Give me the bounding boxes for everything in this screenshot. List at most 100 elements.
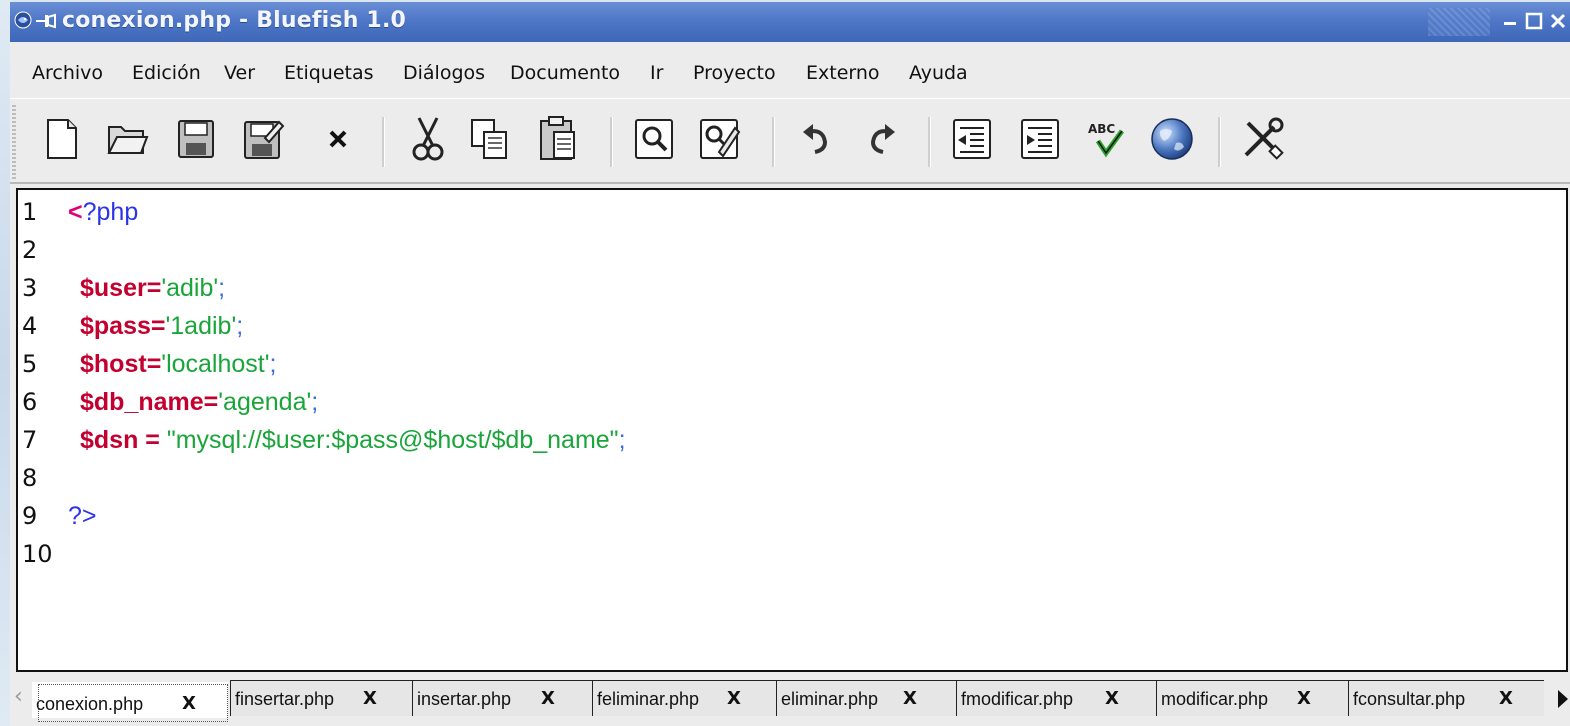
- tab-close-icon[interactable]: X: [727, 688, 741, 709]
- line-number: 3: [22, 274, 38, 302]
- svg-text:ABC: ABC: [1088, 122, 1115, 136]
- toolbar-separator: [928, 117, 931, 167]
- operator: =: [138, 426, 167, 454]
- close-icon: [329, 130, 347, 148]
- operator: =: [146, 274, 162, 302]
- cut-button[interactable]: [406, 109, 450, 169]
- tab-label: insertar.php: [417, 689, 512, 709]
- menu-dialogos[interactable]: Diálogos: [403, 62, 485, 84]
- line-number: 7: [22, 426, 38, 454]
- toolbar-handle[interactable]: [12, 105, 16, 179]
- code-line-1: <?php: [68, 198, 138, 227]
- paste-button[interactable]: [536, 109, 580, 169]
- code-line-5: $host='localhost';: [80, 350, 276, 379]
- undo-button[interactable]: [794, 109, 838, 169]
- tab-modificar[interactable]: modificar.php X: [1156, 680, 1348, 716]
- redo-icon: [870, 124, 895, 154]
- menu-bar: Archivo Edición Ver Etiquetas Diálogos D…: [10, 42, 1570, 98]
- tab-close-icon[interactable]: X: [1499, 688, 1513, 709]
- new-file-icon: [47, 119, 77, 159]
- minimize-icon[interactable]: [1500, 11, 1520, 31]
- menu-ir[interactable]: Ir: [650, 62, 663, 84]
- title-bar[interactable]: conexion.php - Bluefish 1.0: [10, 2, 1570, 42]
- unindent-button[interactable]: [950, 109, 994, 169]
- tab-label: fmodificar.php: [961, 689, 1074, 709]
- tab-close-icon[interactable]: X: [1105, 688, 1119, 709]
- code-line-9: ?>: [68, 502, 97, 531]
- string-literal: 'agenda': [218, 388, 312, 416]
- line-number: 4: [22, 312, 38, 340]
- close-file-button[interactable]: [316, 109, 360, 169]
- save-button[interactable]: [174, 109, 218, 169]
- menu-ver[interactable]: Ver: [224, 62, 255, 84]
- code-line-3: $user='adib';: [80, 274, 225, 303]
- preferences-button[interactable]: [1240, 109, 1284, 169]
- tab-label: feliminar.php: [597, 689, 700, 709]
- line-number: 6: [22, 388, 38, 416]
- paste-icon: [540, 116, 575, 160]
- preview-browser-button[interactable]: [1150, 109, 1194, 169]
- window-title: conexion.php - Bluefish 1.0: [62, 8, 407, 33]
- find-button[interactable]: [632, 109, 676, 169]
- tab-scroll-right-icon[interactable]: [1558, 690, 1568, 708]
- globe-icon: [1151, 118, 1193, 160]
- open-folder-icon: [107, 126, 149, 154]
- cut-icon: [412, 117, 444, 161]
- pin-icon[interactable]: [35, 12, 57, 30]
- toolbar: ABC: [10, 98, 1570, 185]
- semicolon: ;: [618, 426, 626, 454]
- new-file-button[interactable]: [40, 109, 84, 169]
- tools-icon: [1244, 117, 1284, 160]
- undo-icon: [803, 124, 828, 154]
- indent-button[interactable]: [1018, 109, 1062, 169]
- tab-fmodificar[interactable]: fmodificar.php X: [956, 680, 1156, 716]
- tab-scroll-left-icon[interactable]: ‹: [14, 684, 24, 716]
- tab-label: fconsultar.php: [1353, 689, 1466, 709]
- menu-archivo[interactable]: Archivo: [32, 62, 103, 84]
- line-number: 1: [22, 198, 38, 226]
- operator: =: [150, 312, 166, 340]
- maximize-icon[interactable]: [1524, 11, 1544, 31]
- tab-close-icon[interactable]: X: [1297, 688, 1311, 709]
- tab-insertar[interactable]: insertar.php X: [412, 680, 592, 716]
- semicolon: ;: [311, 388, 319, 416]
- replace-icon: [700, 119, 741, 159]
- tab-fconsultar[interactable]: fconsultar.php X: [1348, 680, 1544, 716]
- tab-label: modificar.php: [1161, 689, 1269, 709]
- toolbar-separator: [1218, 117, 1221, 167]
- semicolon: ;: [218, 274, 226, 302]
- menu-documento[interactable]: Documento: [510, 62, 620, 84]
- operator: =: [146, 350, 162, 378]
- replace-button[interactable]: [698, 109, 742, 169]
- php-close-tag: ?>: [68, 502, 97, 530]
- menu-ayuda[interactable]: Ayuda: [909, 62, 968, 84]
- variable: $pass: [80, 312, 151, 340]
- spellcheck-button[interactable]: ABC: [1084, 109, 1128, 169]
- editor-window: conexion.php - Bluefish 1.0 Archivo Edic…: [10, 2, 1570, 726]
- variable: $db_name: [80, 388, 204, 416]
- tab-feliminar[interactable]: feliminar.php X: [592, 680, 776, 716]
- menu-proyecto[interactable]: Proyecto: [693, 62, 776, 84]
- save-as-icon: [244, 120, 285, 159]
- toolbar-separator: [610, 117, 613, 167]
- tab-eliminar[interactable]: eliminar.php X: [776, 680, 956, 716]
- menu-etiquetas[interactable]: Etiquetas: [284, 62, 374, 84]
- tab-close-icon[interactable]: X: [363, 688, 377, 709]
- unindent-icon: [953, 119, 991, 159]
- string-literal: '1adib': [165, 312, 237, 340]
- open-file-button[interactable]: [106, 109, 150, 169]
- code-editor[interactable]: 1 2 3 4 5 6 7 8 9 10 <?php $user='adib';…: [16, 188, 1568, 672]
- tab-finsertar[interactable]: finsertar.php X: [230, 680, 412, 716]
- copy-button[interactable]: [468, 109, 512, 169]
- tab-label: finsertar.php: [235, 689, 335, 709]
- menu-edicion[interactable]: Edición: [132, 62, 201, 84]
- bluefish-app-icon[interactable]: [14, 11, 32, 29]
- menu-externo[interactable]: Externo: [806, 62, 880, 84]
- tab-close-icon[interactable]: X: [541, 688, 555, 709]
- tab-focus-ring: [38, 684, 228, 722]
- tab-close-icon[interactable]: X: [903, 688, 917, 709]
- save-as-button[interactable]: [242, 109, 286, 169]
- line-number: 8: [22, 464, 38, 492]
- close-window-icon[interactable]: [1548, 11, 1568, 31]
- redo-button[interactable]: [860, 109, 904, 169]
